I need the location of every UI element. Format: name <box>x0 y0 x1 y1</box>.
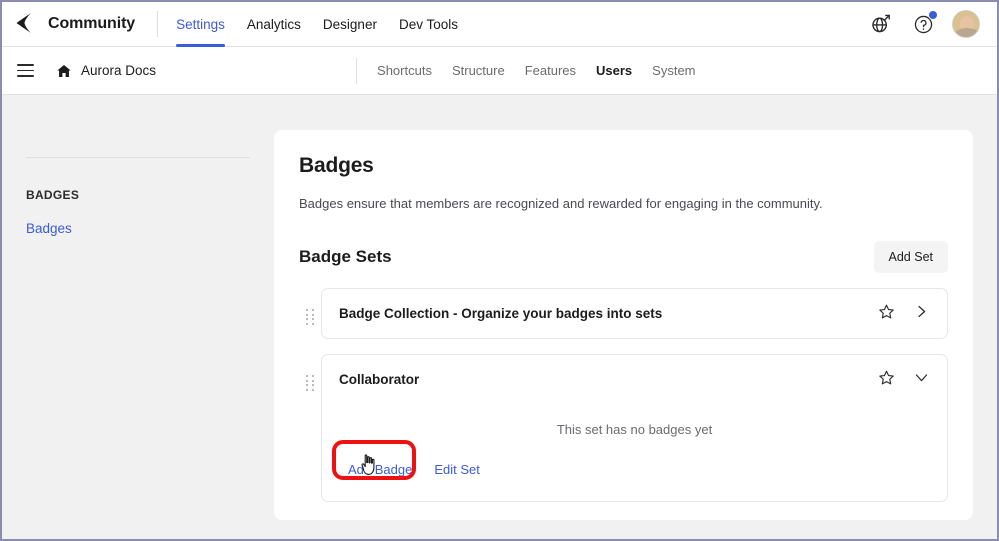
topbar-actions <box>868 10 997 38</box>
tab-features[interactable]: Features <box>525 63 576 78</box>
sidebar: BADGES Badges <box>2 95 274 539</box>
drag-handle-button[interactable] <box>299 288 321 325</box>
nav-dev-tools[interactable]: Dev Tools <box>399 2 458 47</box>
star-outline-icon <box>879 370 894 384</box>
badge-set-row: Badge Collection - Organize your badges … <box>299 288 948 339</box>
globe-external-link-button[interactable] <box>868 11 894 37</box>
app-logo[interactable] <box>2 12 48 36</box>
drag-handle-icon <box>306 309 314 325</box>
chevron-down-icon <box>915 373 928 381</box>
page-title: Badges <box>299 154 374 177</box>
user-avatar[interactable] <box>952 10 980 38</box>
help-button[interactable] <box>910 10 938 37</box>
collapse-set-button[interactable] <box>914 370 929 390</box>
hamburger-menu-button[interactable] <box>2 61 48 80</box>
tab-shortcuts[interactable]: Shortcuts <box>377 63 432 78</box>
app-window: Community Settings Analytics Designer De… <box>0 0 999 541</box>
nav-analytics[interactable]: Analytics <box>247 2 301 47</box>
hamburger-menu-icon <box>16 61 34 80</box>
notification-dot-icon <box>928 10 938 20</box>
badge-sets-title: Badge Sets <box>299 247 392 266</box>
secondary-bar: Aurora Docs Shortcuts Structure Features… <box>2 47 997 95</box>
section-nav: Shortcuts Structure Features Users Syste… <box>377 63 695 78</box>
badge-set-actions <box>878 369 929 391</box>
brand-title: Community <box>48 15 136 32</box>
favorite-star-button[interactable] <box>878 369 895 391</box>
expand-set-button[interactable] <box>914 304 929 324</box>
badge-set-header[interactable]: Collaborator <box>322 355 947 404</box>
home-icon <box>57 64 71 77</box>
badge-set-name: Collaborator <box>339 372 420 387</box>
tab-structure[interactable]: Structure <box>452 63 505 78</box>
star-outline-icon <box>879 304 894 318</box>
avatar-body <box>955 28 979 37</box>
primary-nav: Settings Analytics Designer Dev Tools <box>176 2 458 47</box>
badge-set-card: Collaborator This set has no badges yet … <box>321 354 948 502</box>
logo-glyph-icon <box>16 13 31 33</box>
top-bar: Community Settings Analytics Designer De… <box>2 2 997 47</box>
badge-set-body: This set has no badges yet Add Badge Edi… <box>322 404 947 501</box>
pointer-hand-cursor-icon <box>361 454 375 475</box>
page-description: Badges ensure that members are recognize… <box>299 196 823 211</box>
nav-settings[interactable]: Settings <box>176 2 225 47</box>
home-button[interactable] <box>56 63 72 79</box>
badge-sets-header: Badge Sets Add Set <box>299 241 948 273</box>
add-badge-link[interactable]: Add Badge <box>340 457 420 482</box>
badge-set-actions <box>878 303 929 325</box>
badge-set-row: Collaborator This set has no badges yet … <box>299 354 948 502</box>
tab-system[interactable]: System <box>652 63 695 78</box>
badge-set-header[interactable]: Badge Collection - Organize your badges … <box>322 289 947 338</box>
edit-set-link[interactable]: Edit Set <box>434 462 480 477</box>
subbar-divider <box>356 57 358 84</box>
drag-handle-button[interactable] <box>299 354 321 391</box>
sidebar-item-badges[interactable]: Badges <box>26 221 72 236</box>
chevron-right-icon <box>918 305 926 317</box>
badge-set-name: Badge Collection - Organize your badges … <box>339 306 663 321</box>
site-name[interactable]: Aurora Docs <box>81 63 156 78</box>
drag-handle-icon <box>306 375 314 391</box>
nav-designer[interactable]: Designer <box>323 2 377 47</box>
favorite-star-button[interactable] <box>878 303 895 325</box>
sidebar-divider <box>26 157 250 158</box>
tab-users[interactable]: Users <box>596 63 632 78</box>
sidebar-section-badges: BADGES <box>26 188 80 202</box>
main-card: Badges Badges ensure that members are re… <box>274 130 973 520</box>
topbar-divider <box>157 11 159 37</box>
empty-state-message: This set has no badges yet <box>556 422 713 437</box>
globe-external-link-icon <box>872 14 890 33</box>
add-set-button[interactable]: Add Set <box>873 241 948 273</box>
badge-set-card: Badge Collection - Organize your badges … <box>321 288 948 339</box>
badge-set-links: Add Badge Edit Set <box>340 445 929 482</box>
